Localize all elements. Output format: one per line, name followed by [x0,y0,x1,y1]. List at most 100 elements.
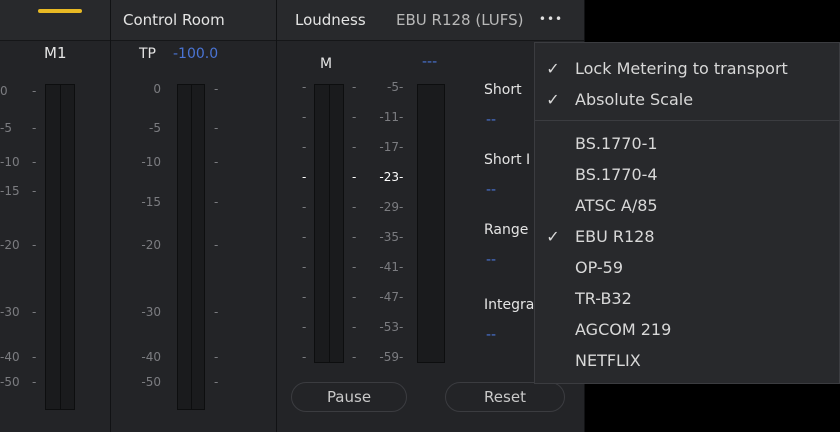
control-room-scale-dot: - [214,375,219,389]
track-scale-tick: -40 [0,350,20,364]
tp-value: -100.0 [173,46,219,62]
control-room-scale-dot: - [214,238,219,252]
loudness-scale-dot: - [399,260,404,274]
loudness-scale-dot: - [302,230,307,244]
loudness-scale-dot: - [352,350,357,364]
track-level-meter [45,84,75,410]
loudness-scale-dot: - [302,200,307,214]
loudness-scale-dot: - [399,350,404,364]
loudness-scale-tick: -23 [379,170,399,184]
readout-label: Short I [484,152,531,168]
loudness-scale-dot: - [302,110,307,124]
control-room-scale-tick: -15 [141,195,161,209]
menu-item-label: BS.1770-1 [575,133,658,153]
loudness-scale-tick: -53 [379,320,399,334]
check-icon: ✓ [546,89,560,109]
loudness-history-meter [417,84,445,363]
control-room-scale-tick: -10 [141,155,161,169]
track-scale-tick: -30 [0,305,20,319]
menu-item-label: OP-59 [575,257,624,277]
panel-divider [276,0,277,432]
menu-item-label: BS.1770-4 [575,164,658,184]
loudness-scale-dot: - [399,170,404,184]
control-room-scale-tick: -5 [149,121,161,135]
track-meter-panel: M1 0- -5- -10- -15- -20- -30- -40- -50- [0,0,110,432]
control-room-level-meter [177,84,205,410]
loudness-scale-dot: - [399,140,404,154]
track-scale-dot: - [32,184,37,198]
loudness-scale-dot: - [302,140,307,154]
loudness-scale-dot: - [399,80,404,94]
loudness-scale-dot: - [352,230,357,244]
menu-item-label: Absolute Scale [575,89,694,109]
loudness-scale-dot: - [302,320,307,334]
control-room-scale-dot: - [214,121,219,135]
loudness-scale-dot: - [352,200,357,214]
readout-value: -- [486,182,497,198]
reset-button[interactable]: Reset [445,382,565,412]
loudness-scale-dot: - [399,200,404,214]
pause-button[interactable]: Pause [291,382,407,412]
more-options-button[interactable]: ••• [531,8,571,32]
loudness-header: Loudness EBU R128 (LUFS) ••• [277,0,584,41]
control-room-scale-tick: -40 [141,350,161,364]
loudness-scale-dot: - [352,110,357,124]
track-scale-tick: -5 [0,121,12,135]
track-color-bar [38,9,82,13]
loudness-scale-dot: - [302,290,307,304]
loudness-scale-dot: - [302,170,307,184]
control-room-scale-dot: - [214,195,219,209]
loudness-standard: EBU R128 (LUFS) [396,11,524,29]
menu-item-lock-metering-to-transport[interactable]: ✓ Lock Metering to transport [535,53,839,83]
control-room-scale-dot: - [214,305,219,319]
loudness-scale-dot: - [399,230,404,244]
menu-item-bs-1770-1[interactable]: BS.1770-1 [535,128,839,158]
track-scale-dot: - [32,305,37,319]
momentary-meter [314,84,344,363]
readout-value: -- [486,327,497,343]
menu-item-absolute-scale[interactable]: ✓ Absolute Scale [535,84,839,114]
menu-item-tr-b32[interactable]: TR-B32 [535,283,839,313]
loudness-scale-dot: - [352,320,357,334]
loudness-scale-dot: - [399,290,404,304]
menu-item-agcom-219[interactable]: AGCOM 219 [535,314,839,344]
loudness-scale-tick: -17 [379,140,399,154]
menu-item-op-59[interactable]: OP-59 [535,252,839,282]
loudness-scale-dot: - [352,140,357,154]
menu-item-label: EBU R128 [575,226,655,246]
loudness-scale-tick: -59 [379,350,399,364]
track-scale-dot: - [32,84,37,98]
track-scale-dot: - [32,350,37,364]
loudness-scale-tick: -29 [379,200,399,214]
readout-label: Short [484,82,522,98]
loudness-scale-dot: - [302,350,307,364]
control-room-scale-dot: - [214,155,219,169]
check-icon: ✓ [546,226,560,246]
menu-item-label: ATSC A/85 [575,195,658,215]
menu-item-bs-1770-4[interactable]: BS.1770-4 [535,159,839,189]
menu-item-ebu-r128[interactable]: ✓ EBU R128 [535,221,839,251]
loudness-scale-dot: - [352,170,357,184]
control-room-header: Control Room [111,0,276,41]
menu-item-netflix[interactable]: NETFLIX [535,345,839,375]
control-room-scale-dot: - [214,350,219,364]
loudness-standard-menu[interactable]: ✓ Lock Metering to transport ✓ Absolute Sca… [534,42,840,384]
loudness-scale-dot: - [399,320,404,334]
loudness-scale-tick: -35 [379,230,399,244]
loudness-scale-dot: - [352,80,357,94]
control-room-title: Control Room [123,11,225,29]
track-scale-dot: - [32,375,37,389]
tp-label: TP [139,46,156,62]
menu-divider [535,120,839,121]
menu-item-label: NETFLIX [575,350,641,370]
loudness-scale-tick: -41 [379,260,399,274]
loudness-scale-tick: -47 [379,290,399,304]
loudness-scale-dot: - [352,260,357,274]
panel-divider [110,0,111,432]
loudness-title: Loudness [295,11,366,29]
control-room-scale-tick: -30 [141,305,161,319]
readout-label: Range [484,222,529,238]
readout-label: Integra [484,297,535,313]
menu-item-label: AGCOM 219 [575,319,672,339]
menu-item-atsc-a-85[interactable]: ATSC A/85 [535,190,839,220]
